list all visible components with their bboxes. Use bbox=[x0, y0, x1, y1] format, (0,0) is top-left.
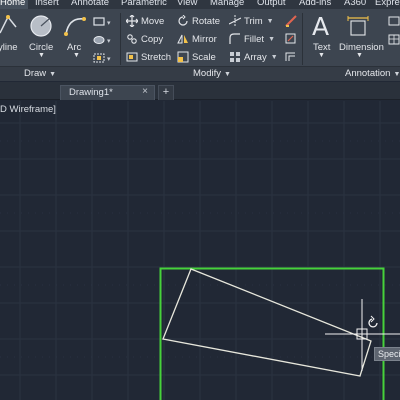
draw-panel-title-text: Draw bbox=[24, 68, 47, 79]
stretch-tool[interactable]: Stretch bbox=[126, 51, 171, 63]
arc-icon[interactable] bbox=[63, 14, 87, 38]
scale-label: Scale bbox=[192, 51, 216, 63]
circle-icon[interactable] bbox=[29, 14, 53, 38]
modify-panel-expand-icon: ▼ bbox=[223, 71, 231, 78]
scale-icon bbox=[177, 51, 189, 63]
drawing-viewport[interactable]: D Wireframe] Specif bbox=[0, 101, 400, 400]
annotation-panel-title[interactable]: Annotation ▼ bbox=[345, 68, 400, 79]
move-icon bbox=[126, 15, 138, 27]
tab-output[interactable]: Output bbox=[257, 0, 286, 9]
dynamic-input-tooltip: Specif bbox=[374, 347, 400, 361]
mirror-tool[interactable]: Mirror bbox=[177, 33, 217, 45]
annotation-panel-title-text: Annotation bbox=[345, 68, 391, 79]
array-label: Array bbox=[244, 51, 267, 63]
rotate-label: Rotate bbox=[192, 15, 220, 27]
trim-label: Trim bbox=[244, 15, 263, 27]
scale-tool[interactable]: Scale bbox=[177, 51, 216, 63]
mirror-icon bbox=[177, 33, 189, 45]
drawing-canvas[interactable] bbox=[0, 101, 400, 400]
tab-home[interactable]: Home bbox=[0, 0, 29, 9]
polyline-icon[interactable] bbox=[0, 13, 20, 37]
text-dropdown-icon[interactable]: ▼ bbox=[318, 52, 325, 59]
svg-text:▾: ▾ bbox=[107, 37, 111, 45]
erase-icon[interactable] bbox=[284, 14, 298, 28]
tab-a360[interactable]: A360 bbox=[344, 0, 366, 9]
polyline-label[interactable]: yline bbox=[0, 42, 18, 53]
svg-text:▾: ▾ bbox=[107, 19, 111, 27]
modify-panel-title[interactable]: Modify ▼ bbox=[193, 68, 231, 79]
rotate-icon bbox=[177, 15, 189, 27]
dimension-dropdown-icon[interactable]: ▼ bbox=[356, 52, 363, 59]
panel-separator bbox=[120, 13, 121, 65]
ribbon-tab-bar: Home Insert Annotate Parametric View Man… bbox=[0, 0, 400, 9]
rotate-cursor-icon bbox=[368, 315, 378, 328]
tab-manage[interactable]: Manage bbox=[210, 0, 244, 9]
fillet-icon bbox=[229, 33, 241, 45]
svg-text:▾: ▾ bbox=[107, 55, 111, 63]
offset-icon[interactable] bbox=[284, 50, 298, 64]
region-icon[interactable]: ▾ bbox=[93, 52, 115, 64]
file-tab-drawing1[interactable]: Drawing1* × bbox=[60, 85, 155, 100]
panel-separator bbox=[302, 13, 303, 65]
trim-tool[interactable]: Trim ▼ bbox=[229, 15, 274, 27]
move-label: Move bbox=[141, 15, 165, 27]
tab-view[interactable]: View bbox=[177, 0, 197, 9]
copy-icon bbox=[126, 33, 138, 45]
leader-icon[interactable] bbox=[388, 15, 400, 29]
text-icon[interactable]: A bbox=[310, 13, 334, 39]
tab-express[interactable]: Expre bbox=[375, 0, 400, 9]
trim-dropdown-icon[interactable]: ▼ bbox=[267, 18, 274, 25]
trim-icon bbox=[229, 15, 241, 27]
tab-insert[interactable]: Insert bbox=[35, 0, 59, 9]
copy-tool[interactable]: Copy bbox=[126, 33, 163, 45]
svg-text:A: A bbox=[312, 13, 329, 39]
stretch-label: Stretch bbox=[141, 51, 172, 63]
fillet-dropdown-icon[interactable]: ▼ bbox=[268, 36, 275, 43]
circle-dropdown-icon[interactable]: ▼ bbox=[38, 52, 45, 59]
table-icon[interactable] bbox=[388, 33, 400, 47]
ribbon: yline Circle ▼ Arc ▼ ▾ ▾ ▾ Move Copy Str… bbox=[0, 9, 400, 81]
array-icon bbox=[229, 51, 241, 63]
array-dropdown-icon[interactable]: ▼ bbox=[271, 54, 278, 61]
tab-annotate[interactable]: Annotate bbox=[71, 0, 109, 9]
fillet-label: Fillet bbox=[244, 33, 265, 45]
move-tool[interactable]: Move bbox=[126, 15, 164, 27]
copy-label: Copy bbox=[141, 33, 164, 45]
explode-icon[interactable] bbox=[284, 32, 298, 46]
tab-add-ins[interactable]: Add-ins bbox=[299, 0, 331, 9]
dimension-icon[interactable] bbox=[346, 15, 370, 39]
draw-panel-title[interactable]: Draw ▼ bbox=[24, 68, 56, 79]
mirror-label: Mirror bbox=[192, 33, 217, 45]
draw-panel-expand-icon: ▼ bbox=[49, 71, 57, 78]
new-tab-button[interactable]: + bbox=[158, 85, 174, 100]
file-tab-label: Drawing1* bbox=[69, 87, 113, 98]
array-tool[interactable]: Array ▼ bbox=[229, 51, 278, 63]
stretch-icon bbox=[126, 51, 138, 63]
fillet-tool[interactable]: Fillet ▼ bbox=[229, 33, 275, 45]
annotation-panel-expand-icon: ▼ bbox=[393, 71, 400, 78]
arc-dropdown-icon[interactable]: ▼ bbox=[73, 52, 80, 59]
file-tab-bar: Drawing1* × + bbox=[0, 82, 400, 100]
rotate-tool[interactable]: Rotate bbox=[177, 15, 220, 27]
close-tab-icon[interactable]: × bbox=[142, 86, 148, 97]
viewport-visual-style-label[interactable]: D Wireframe] bbox=[0, 104, 56, 115]
tab-parametric[interactable]: Parametric bbox=[121, 0, 167, 9]
hatch-icon[interactable]: ▾ bbox=[93, 34, 115, 46]
modify-panel-title-text: Modify bbox=[193, 68, 221, 79]
rectangle-icon[interactable]: ▾ bbox=[93, 16, 115, 28]
